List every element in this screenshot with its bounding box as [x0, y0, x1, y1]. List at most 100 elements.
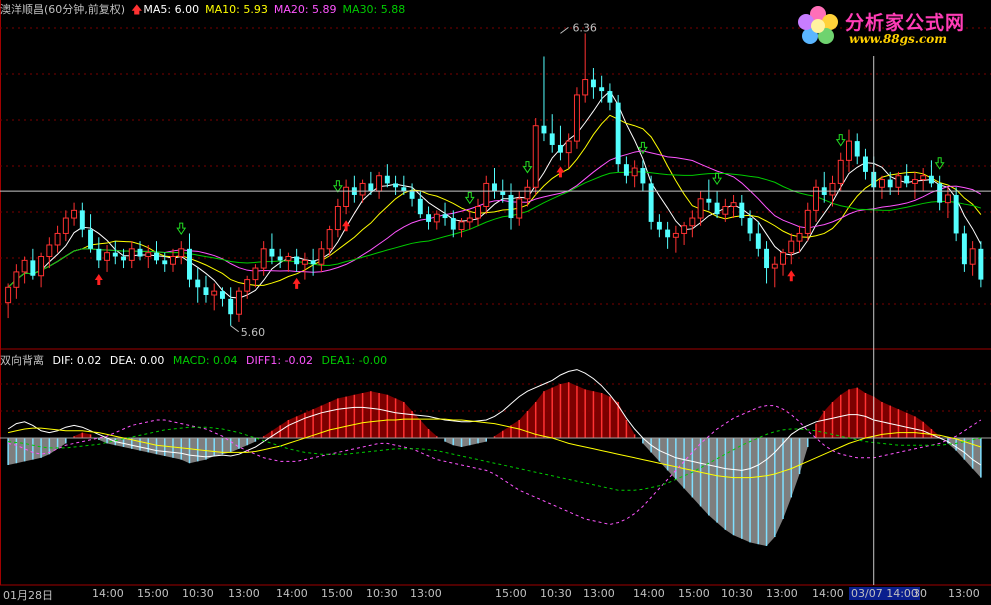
- candle-body: [969, 248, 976, 265]
- candle-body: [343, 186, 350, 208]
- candle: [318, 241, 325, 272]
- candle-body: [911, 179, 918, 184]
- candle: [211, 283, 218, 311]
- candle-body: [672, 232, 679, 238]
- candle: [326, 225, 333, 257]
- candle-body: [30, 260, 36, 276]
- stock-chart[interactable]: 6.36 5.60 澳洋顺昌(60分钟,前复权) 🡅MA5: 6.00 MA10: 5…: [0, 0, 991, 602]
- candle: [978, 241, 984, 288]
- candle-body: [475, 206, 481, 219]
- candle: [854, 133, 860, 165]
- candle: [96, 237, 102, 269]
- macd-negative-area: [445, 438, 487, 447]
- time-tick-label: 30: [913, 587, 927, 600]
- candle: [508, 183, 514, 230]
- candle-body: [235, 290, 242, 315]
- sell-arrow-icon: [176, 222, 187, 236]
- sell-arrow-icon: [464, 191, 475, 205]
- sell-arrow-icon: [522, 161, 533, 174]
- time-tick-label: 13:00: [583, 587, 615, 600]
- candle-body: [755, 233, 761, 249]
- candle: [648, 175, 654, 230]
- candle-body: [433, 213, 440, 223]
- buy-arrow-icon: [94, 274, 103, 286]
- time-tick-label: 01月28日: [3, 589, 53, 602]
- candle: [739, 194, 745, 226]
- candle-body: [219, 291, 225, 299]
- candle: [203, 275, 209, 303]
- candle-body: [829, 182, 836, 196]
- candle: [961, 225, 967, 272]
- candle-body: [62, 217, 69, 234]
- candle: [21, 256, 28, 284]
- candle: [878, 175, 885, 199]
- dea-value: DEA: 0.00: [109, 354, 165, 367]
- chart-canvas[interactable]: 6.36 5.60: [0, 0, 991, 602]
- candle-body: [384, 175, 390, 184]
- candle-body: [252, 267, 259, 281]
- candle-body: [79, 210, 85, 230]
- candle: [112, 241, 118, 265]
- candle-body: [13, 271, 20, 288]
- candle: [665, 221, 671, 249]
- candle-body: [38, 256, 45, 277]
- candle-body: [170, 256, 176, 265]
- candle: [277, 248, 283, 269]
- candle-body: [310, 260, 316, 265]
- candle-body: [557, 144, 563, 153]
- candle: [376, 171, 383, 199]
- candle-body: [590, 79, 596, 88]
- time-tick-label: 15:00: [678, 587, 710, 600]
- candle-body: [21, 259, 28, 273]
- candle-body: [928, 175, 934, 184]
- candle-body: [466, 217, 473, 223]
- candle: [689, 210, 696, 238]
- sell-arrow-icon: [835, 134, 846, 147]
- candle: [755, 221, 761, 257]
- candle: [804, 202, 811, 242]
- time-tick-label: 13:00: [228, 587, 260, 600]
- time-tick-label: 14:00: [92, 587, 124, 600]
- candle: [433, 210, 440, 230]
- candle-body: [878, 179, 885, 188]
- candle-body: [837, 159, 844, 184]
- logo-url[interactable]: www.88gs.com: [849, 32, 947, 46]
- candle-body: [228, 298, 234, 315]
- candle: [631, 160, 638, 188]
- candle-body: [294, 256, 300, 265]
- candle-body: [121, 256, 127, 261]
- candle: [228, 287, 234, 326]
- candle: [862, 148, 868, 180]
- candle-body: [442, 214, 448, 219]
- diff1-value: DIFF1: -0.02: [246, 354, 314, 367]
- candle: [928, 160, 934, 188]
- candle-body: [780, 252, 787, 265]
- candle-body: [623, 164, 629, 176]
- candle-body: [285, 256, 292, 261]
- candle-body: [978, 248, 984, 280]
- candle-body: [862, 156, 868, 172]
- site-logo[interactable]: 分析家公式网 www.88gs.com: [793, 4, 983, 48]
- buy-arrow-icon: [556, 166, 565, 178]
- candle: [557, 125, 563, 161]
- candle: [334, 198, 341, 238]
- candle: [714, 191, 720, 219]
- candle-body: [961, 233, 967, 265]
- candle-body: [895, 175, 902, 188]
- time-tick-label: 15:00: [495, 587, 527, 600]
- time-tick-label: 13:00: [948, 587, 980, 600]
- indicator-header: 双向背离 DIF: 0.02 DEA: 0.00 MACD: 0.04 DIFF…: [0, 352, 392, 367]
- candle-body: [573, 94, 580, 142]
- candle: [301, 252, 308, 280]
- candle: [764, 241, 770, 284]
- candle: [62, 210, 69, 242]
- candle: [5, 283, 12, 319]
- candle-body: [54, 232, 61, 246]
- ma5-value: MA5: 6.00: [143, 3, 200, 16]
- logo-title: 分析家公式网: [845, 12, 966, 34]
- candle: [79, 202, 85, 238]
- candle: [294, 248, 300, 272]
- candle: [195, 268, 201, 303]
- macd-value: MACD: 0.04: [172, 354, 238, 367]
- candle-body: [920, 175, 927, 181]
